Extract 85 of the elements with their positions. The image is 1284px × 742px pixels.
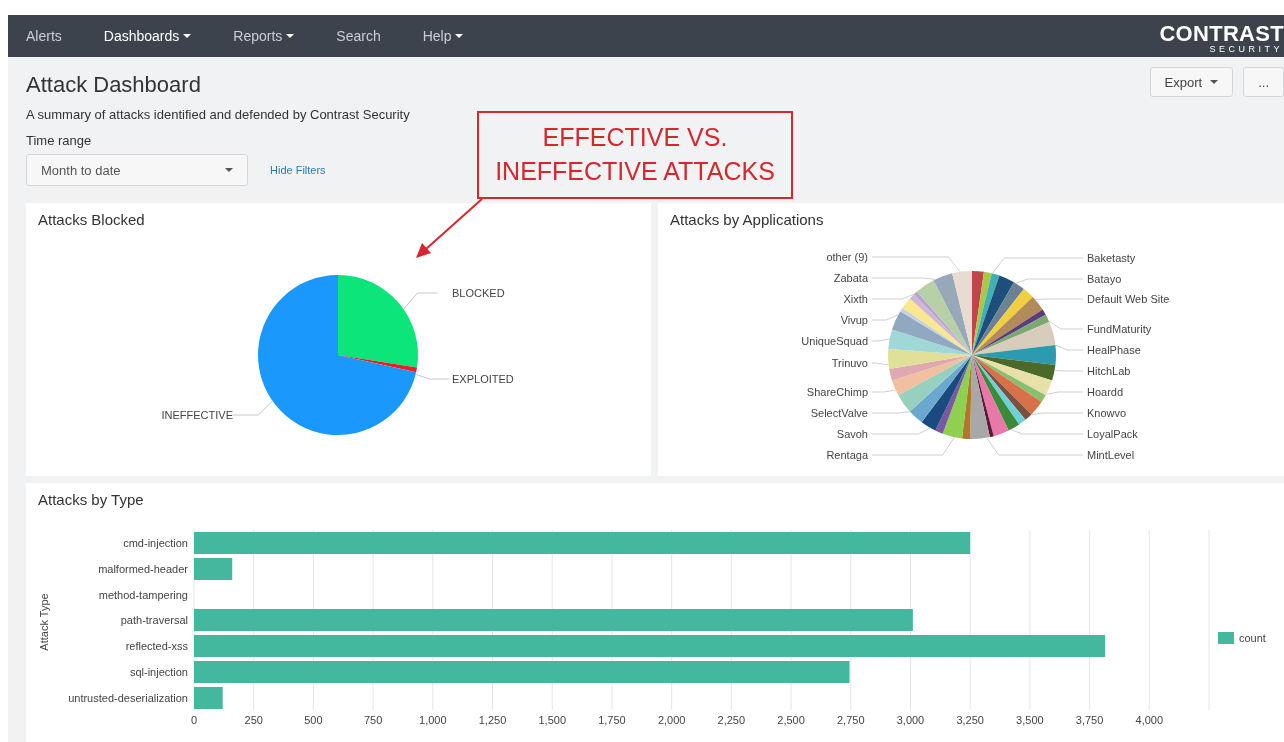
leader-line [231, 400, 273, 416]
axis-tick-label: 500 [304, 714, 323, 726]
nav-menu-item[interactable]: Reports [221, 15, 307, 57]
leader-line [871, 293, 915, 300]
slice-label: UniqueSquad [801, 335, 868, 347]
axis-tick-label: 3,000 [896, 714, 925, 726]
annotation-callout: EFFECTIVE VS. INEFFECTIVE ATTACKS [477, 111, 793, 199]
axis-tick-label: 0 [190, 714, 198, 726]
leader-line [1045, 391, 1084, 395]
slice-label: Rentaga [826, 449, 868, 461]
leader-line [871, 411, 911, 414]
slice-label: EXPLOITED [452, 373, 514, 385]
slice-label: MintLevel [1087, 449, 1135, 461]
page-subtitle: A summary of attacks identified and defended by Contrast Security [26, 107, 410, 122]
axis-tick-label: 3,750 [1075, 714, 1104, 726]
slice-label: Trinuvo [831, 357, 868, 369]
annotation-arrow [416, 198, 483, 258]
axis-tick-label: 2,250 [717, 714, 746, 726]
slice-label: BLOCKED [452, 287, 505, 299]
nav-menu-item[interactable]: Alerts [14, 15, 74, 57]
filter-label: Time range [26, 133, 93, 148]
logo-tagline: SECURITY [1209, 44, 1284, 54]
axis-category-label: method-tampering [98, 589, 188, 601]
slice-label: Zabata [833, 272, 868, 284]
axis-tick-label: 1,000 [419, 714, 447, 726]
slice-label: HealPhase [1087, 344, 1141, 356]
page-title: Attack Dashboard [26, 72, 202, 98]
leader-line [1054, 344, 1084, 351]
slice-label: Vivup [840, 314, 868, 326]
axis-tick-label: 3,250 [956, 714, 984, 726]
axis-category-label: reflected-xss [125, 640, 188, 652]
leader-line [871, 338, 890, 342]
slice-label: Hoardd [1087, 386, 1124, 398]
axis-tick-label: 4,000 [1135, 714, 1164, 726]
slice-label: Default Web Site [1087, 293, 1170, 305]
axis-tick-label: 1,500 [538, 714, 566, 726]
slice-label: other (9) [826, 251, 868, 263]
leader-line [871, 362, 890, 366]
axis-tick-label: 1,250 [478, 714, 507, 726]
axis-title: Attack Type [38, 593, 50, 651]
slice-label: LoyalPack [1087, 428, 1138, 440]
axis-tick-label: 250 [244, 714, 263, 726]
panel-title: Attacks by Applications [669, 210, 825, 228]
leader-line [871, 389, 897, 393]
nav-menu-item[interactable]: Search [324, 15, 393, 57]
leader-line [415, 373, 451, 380]
nav-menu-item[interactable]: Help [410, 15, 476, 57]
slice-label: INEFFECTIVE [161, 409, 233, 421]
slice-label: Batayo [1087, 273, 1122, 285]
axis-category-label: malformed-header [98, 563, 188, 575]
panel-title: Attacks Blocked [37, 210, 146, 228]
time-range-dropdown[interactable]: Month to date [26, 154, 248, 186]
axis-category-label: cmd-injection [123, 537, 188, 549]
leader-line [1048, 320, 1084, 330]
slice-label: Xixth [843, 293, 868, 305]
toolbar-button[interactable]: ... [1243, 67, 1284, 97]
toolbar-button[interactable]: Export [1149, 67, 1234, 97]
axis-tick-label: 2,500 [777, 714, 805, 726]
axis-category-label: sql-injection [129, 666, 188, 678]
logo-wordmark: CONTRAST [1159, 22, 1284, 45]
slice-label: FundMaturity [1087, 323, 1152, 335]
slice-label: Knowvo [1087, 407, 1127, 419]
slice-label: HitchLab [1087, 365, 1131, 377]
caret-icon [225, 168, 233, 172]
slice-label: Savoh [836, 428, 868, 440]
leader-line [1015, 278, 1084, 284]
leader-line [1054, 370, 1084, 372]
axis-tick-label: 2,750 [837, 714, 865, 726]
bar [194, 687, 223, 709]
axis-category-label: untrusted-deserialization [68, 692, 188, 704]
leader-line [871, 314, 899, 321]
nav-menu-item[interactable]: Dashboards [91, 15, 204, 57]
leader-line [403, 292, 439, 310]
bar [194, 558, 233, 580]
axis-category-label: path-traversal [120, 614, 188, 626]
hide-filters-link[interactable]: Hide Filters [270, 164, 326, 176]
axis-tick-label: 2,000 [657, 714, 686, 726]
axis-tick-label: 1,750 [598, 714, 626, 726]
slice-label: ShareChimp [806, 386, 868, 398]
axis-tick-label: 750 [363, 714, 383, 726]
axis-tick-label: 3,500 [1016, 714, 1044, 726]
slice-label: SelectValve [810, 407, 868, 419]
panel-title: Attacks by Type [37, 490, 145, 508]
legend-label: count [1239, 632, 1266, 644]
slice-label: Baketasty [1087, 252, 1136, 264]
